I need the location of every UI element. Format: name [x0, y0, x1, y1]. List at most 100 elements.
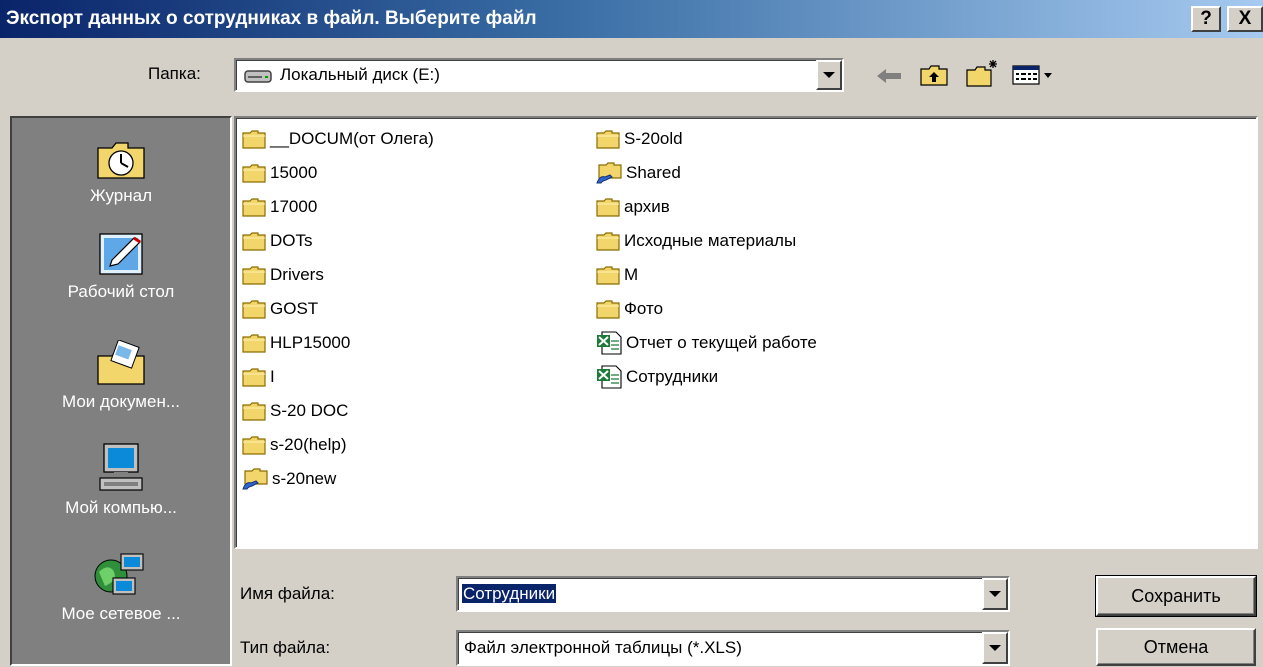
file-item[interactable]: 15000 — [242, 156, 317, 190]
chevron-down-icon — [989, 645, 1001, 651]
folder-combo-value: Локальный диск (E:) — [280, 65, 440, 84]
view-menu-button[interactable] — [1010, 60, 1060, 90]
chevron-down-icon — [989, 591, 1001, 597]
folder-icon — [242, 266, 266, 285]
place-network[interactable]: Мое сетевое ... — [12, 550, 230, 624]
local-disk-icon — [244, 70, 272, 83]
up-folder-button[interactable] — [916, 60, 952, 90]
file-item[interactable]: архив — [596, 190, 670, 224]
filename-combo[interactable]: Сотрудники — [456, 576, 1010, 612]
folder-icon — [596, 232, 620, 251]
file-item-label: Фото — [624, 299, 664, 318]
file-item-label: 17000 — [270, 197, 318, 216]
file-item-label: M — [624, 265, 639, 284]
filename-input[interactable]: Сотрудники — [462, 584, 557, 603]
file-item[interactable]: Отчет о текущей работе — [596, 326, 817, 360]
file-item[interactable]: Сотрудники — [596, 360, 718, 394]
save-button[interactable]: Сохранить — [1095, 575, 1257, 617]
title-bar[interactable]: Экспорт данных о сотрудниках в файл. Выб… — [0, 0, 1263, 38]
file-item-label: Shared — [626, 163, 681, 182]
desktop-icon — [99, 233, 143, 275]
folder-icon — [242, 436, 266, 455]
my-documents-icon — [97, 340, 145, 385]
view-menu-icon — [1012, 65, 1052, 85]
cancel-button[interactable]: Отмена — [1096, 628, 1256, 666]
folder-combo[interactable]: Локальный диск (E:) — [234, 58, 844, 92]
filename-label: Имя файла: — [240, 584, 335, 603]
place-my-computer[interactable]: Мой компью... — [12, 440, 230, 518]
file-item[interactable]: GOST — [242, 292, 318, 326]
file-item-label: HLP15000 — [270, 333, 351, 352]
folder-icon — [242, 368, 266, 387]
file-item-label: Отчет о текущей работе — [626, 333, 817, 352]
file-item[interactable]: 17000 — [242, 190, 317, 224]
file-item[interactable]: S-20old — [596, 122, 683, 156]
file-item[interactable]: M — [596, 258, 638, 292]
chevron-down-icon — [823, 72, 835, 78]
file-item[interactable]: HLP15000 — [242, 326, 350, 360]
place-history[interactable]: Журнал — [12, 134, 230, 206]
filetype-select[interactable]: Файл электронной таблицы (*.XLS) — [456, 630, 1010, 666]
excel-file-icon — [597, 331, 622, 355]
shared-folder-icon — [242, 468, 268, 490]
file-item-label: Сотрудники — [626, 367, 719, 386]
my-computer-icon — [99, 443, 143, 491]
folder-icon — [596, 130, 620, 149]
filetype-dropdown-button[interactable] — [982, 632, 1008, 664]
file-item-label: Исходные материалы — [624, 231, 797, 250]
close-button[interactable]: X — [1227, 6, 1263, 32]
place-my-computer-label: Мой компью... — [65, 498, 177, 517]
file-item[interactable]: s-20new — [242, 462, 336, 496]
file-list[interactable]: __DOCUM(от Олега) 15000 17000 DOTs Drivers GO… — [234, 116, 1258, 549]
folder-icon — [242, 130, 266, 149]
network-icon — [94, 553, 144, 595]
back-button[interactable] — [872, 62, 906, 90]
excel-file-icon — [597, 365, 622, 389]
folder-icon — [596, 198, 620, 217]
file-item[interactable]: I — [242, 360, 275, 394]
file-item[interactable]: Shared — [596, 156, 681, 190]
shared-folder-icon — [596, 162, 622, 184]
place-network-label: Мое сетевое ... — [61, 604, 181, 623]
folder-icon — [596, 266, 620, 285]
file-item-label: __DOCUM(от Олега) — [270, 129, 434, 148]
file-item[interactable]: __DOCUM(от Олега) — [242, 122, 434, 156]
folder-icon — [242, 402, 266, 421]
folder-icon — [242, 198, 266, 217]
place-my-documents[interactable]: Мои докумен... — [12, 340, 230, 412]
place-desktop[interactable]: Рабочий стол — [12, 228, 230, 302]
file-item-label: DOTs — [270, 231, 313, 250]
file-item-label: I — [270, 367, 275, 386]
up-folder-icon — [920, 65, 948, 86]
file-item-label: s-20(help) — [270, 435, 347, 454]
file-item[interactable]: Drivers — [242, 258, 324, 292]
folder-label: Папка: — [148, 64, 201, 83]
file-item[interactable]: Фото — [596, 292, 663, 326]
folder-icon — [242, 164, 266, 183]
place-my-documents-label: Мои докумен... — [61, 392, 181, 411]
help-button[interactable]: ? — [1191, 6, 1221, 32]
filetype-label: Тип файла: — [240, 638, 331, 657]
new-folder-icon — [966, 60, 997, 87]
file-item-label: s-20new — [272, 469, 337, 488]
folder-icon — [596, 300, 620, 319]
folder-dropdown-button[interactable] — [816, 60, 842, 90]
new-folder-button[interactable] — [962, 56, 1002, 90]
file-item[interactable]: S-20 DOC — [242, 394, 348, 428]
folder-icon — [242, 232, 266, 251]
file-item[interactable]: DOTs — [242, 224, 313, 258]
file-item-label: S-20old — [624, 129, 683, 148]
history-icon — [97, 142, 145, 179]
places-bar: Журнал Рабочий стол Мои докумен... Мой к… — [10, 116, 232, 666]
back-arrow-icon — [877, 69, 901, 83]
file-item-label: GOST — [270, 299, 319, 318]
place-desktop-label: Рабочий стол — [67, 282, 175, 301]
folder-icon — [242, 300, 266, 319]
file-item[interactable]: s-20(help) — [242, 428, 347, 462]
folder-icon — [242, 334, 266, 353]
file-item[interactable]: Исходные материалы — [596, 224, 796, 258]
filename-dropdown-button[interactable] — [982, 578, 1008, 610]
window-title: Экспорт данных о сотрудниках в файл. Выб… — [6, 8, 537, 29]
file-item-label: S-20 DOC — [270, 401, 349, 420]
filetype-value: Файл электронной таблицы (*.XLS) — [464, 638, 742, 657]
